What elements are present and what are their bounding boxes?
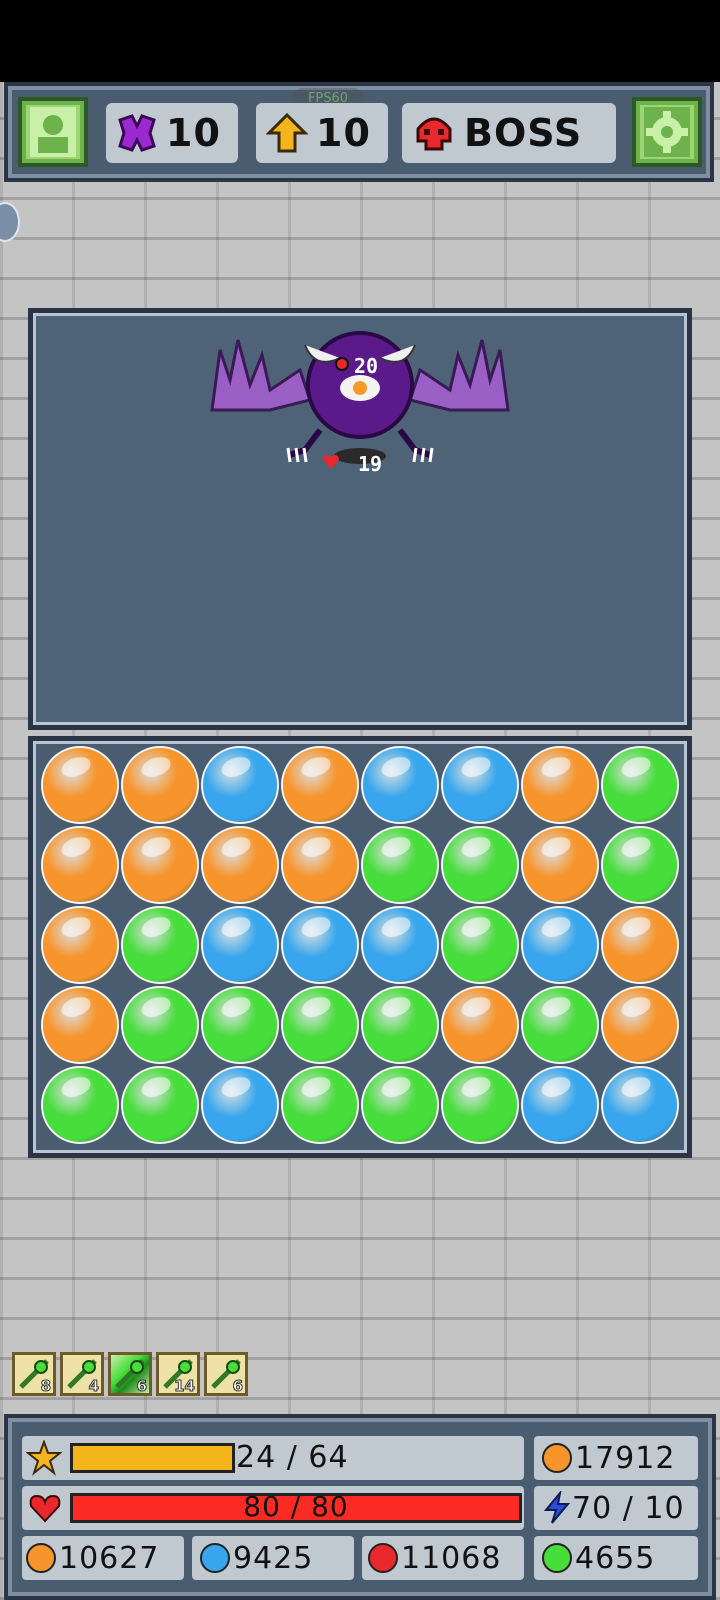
green-orb[interactable] xyxy=(281,1066,359,1144)
mana-row: 70 / 10 xyxy=(534,1486,698,1530)
orange-orb[interactable] xyxy=(41,746,119,824)
green-orb[interactable] xyxy=(361,1066,439,1144)
orange-orb[interactable] xyxy=(601,986,679,1064)
stage-value: BOSS xyxy=(464,111,583,155)
enemy-attack-value: 20 xyxy=(354,354,379,378)
orange-orb[interactable] xyxy=(601,906,679,984)
orange-orb[interactable] xyxy=(41,826,119,904)
green-orb[interactable] xyxy=(441,1066,519,1144)
item-2[interactable]: 4 xyxy=(60,1352,104,1396)
item-3[interactable]: 6 xyxy=(108,1352,152,1396)
orange-orb[interactable] xyxy=(121,746,199,824)
purple-gem-icon xyxy=(118,114,156,152)
gold-value: 17912 xyxy=(575,1440,676,1476)
stage-indicator: BOSS xyxy=(402,103,616,163)
red-orb-count: 11068 xyxy=(362,1536,524,1580)
green-orb-value: 4655 xyxy=(575,1540,656,1576)
profile-button[interactable] xyxy=(18,97,88,167)
green-orb[interactable] xyxy=(41,1066,119,1144)
orange-orb[interactable] xyxy=(41,986,119,1064)
heart-icon xyxy=(29,1494,61,1523)
blue-orb-count: 9425 xyxy=(192,1536,354,1580)
red-orb-value: 11068 xyxy=(401,1540,502,1576)
item-4[interactable]: 14 xyxy=(156,1352,200,1396)
attack-icon xyxy=(335,357,349,371)
xp-text: 24 / 64 xyxy=(236,1440,349,1475)
xp-bar xyxy=(70,1443,235,1473)
gold-coin-icon xyxy=(542,1443,572,1473)
orange-orb-icon xyxy=(26,1543,56,1573)
blue-orb[interactable] xyxy=(601,1066,679,1144)
item-5[interactable]: 6 xyxy=(204,1352,248,1396)
orange-orb[interactable] xyxy=(201,826,279,904)
green-orb[interactable] xyxy=(281,986,359,1064)
item-count: 6 xyxy=(136,1377,147,1396)
hp-text: 80 / 80 xyxy=(243,1490,349,1523)
blue-orb[interactable] xyxy=(201,906,279,984)
level-counter: 10 xyxy=(256,103,388,163)
blue-orb[interactable] xyxy=(521,906,599,984)
green-orb[interactable] xyxy=(201,986,279,1064)
blue-orb[interactable] xyxy=(201,746,279,824)
gems-value: 10 xyxy=(166,111,221,155)
orange-orb[interactable] xyxy=(281,826,359,904)
orange-orb[interactable] xyxy=(521,826,599,904)
green-orb[interactable] xyxy=(121,986,199,1064)
orange-orb[interactable] xyxy=(121,826,199,904)
item-1[interactable]: 8 xyxy=(12,1352,56,1396)
gems-counter: 10 xyxy=(106,103,238,163)
gear-icon xyxy=(644,107,690,157)
orange-orb-value: 10627 xyxy=(59,1540,160,1576)
lightning-icon xyxy=(543,1491,571,1524)
item-count: 8 xyxy=(40,1377,51,1396)
gold-row: 17912 xyxy=(534,1436,698,1480)
level-up-arrow-icon xyxy=(266,112,308,153)
orange-orb[interactable] xyxy=(441,986,519,1064)
heart-icon xyxy=(323,455,339,469)
level-value: 10 xyxy=(316,111,371,155)
enemy-health-value: 19 xyxy=(358,452,383,476)
orange-orb-count: 10627 xyxy=(22,1536,184,1580)
green-orb[interactable] xyxy=(361,826,439,904)
green-orb[interactable] xyxy=(361,986,439,1064)
green-orb-count: 4655 xyxy=(534,1536,698,1580)
mana-value: 70 / 10 xyxy=(572,1490,685,1526)
blue-orb[interactable] xyxy=(281,906,359,984)
red-orb-icon xyxy=(368,1543,398,1573)
green-orb[interactable] xyxy=(441,826,519,904)
star-icon xyxy=(26,1440,62,1476)
blue-orb[interactable] xyxy=(361,906,439,984)
blue-orb[interactable] xyxy=(521,1066,599,1144)
orange-orb[interactable] xyxy=(281,746,359,824)
item-count: 4 xyxy=(88,1377,99,1396)
item-count: 14 xyxy=(174,1377,196,1396)
blue-orb[interactable] xyxy=(201,1066,279,1144)
person-icon xyxy=(30,107,76,157)
item-count: 6 xyxy=(232,1377,243,1396)
green-orb[interactable] xyxy=(601,746,679,824)
blue-orb[interactable] xyxy=(441,746,519,824)
green-orb[interactable] xyxy=(121,1066,199,1144)
status-area xyxy=(0,0,720,82)
blue-orb-value: 9425 xyxy=(233,1540,314,1576)
green-orb-icon xyxy=(542,1543,572,1573)
settings-button[interactable] xyxy=(632,97,702,167)
orange-orb[interactable] xyxy=(521,746,599,824)
blue-orb-icon xyxy=(200,1543,230,1573)
orange-orb[interactable] xyxy=(41,906,119,984)
boss-skull-icon xyxy=(416,117,452,151)
green-orb[interactable] xyxy=(441,906,519,984)
blue-orb[interactable] xyxy=(361,746,439,824)
green-orb[interactable] xyxy=(121,906,199,984)
green-orb[interactable] xyxy=(601,826,679,904)
green-orb[interactable] xyxy=(521,986,599,1064)
